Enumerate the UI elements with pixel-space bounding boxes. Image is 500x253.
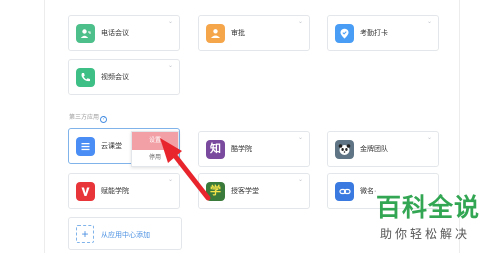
chevron-down-icon[interactable]: ⌄ <box>168 62 173 69</box>
chevron-down-icon[interactable]: ⌄ <box>298 134 303 141</box>
chevron-down-icon[interactable]: ⌄ <box>168 176 173 183</box>
watermark-title: 百科全说 <box>376 193 481 222</box>
app-card-attendance[interactable]: 考勤打卡 ⌄ <box>327 15 439 51</box>
app-card-label: 审批 <box>231 30 245 37</box>
v-shield-icon <box>76 182 95 201</box>
app-card-label: 电话会议 <box>101 30 129 37</box>
chevron-down-icon[interactable]: ⌄ <box>298 176 303 183</box>
xue-glyph-icon: 学 <box>206 182 225 201</box>
app-card-label: 金牌团队 <box>360 146 388 153</box>
app-card-empower-academy[interactable]: 赋能学院 ⌄ <box>68 173 180 209</box>
menu-lines-icon <box>76 137 95 156</box>
app-card-label: 微名· <box>360 188 377 195</box>
menu-item-disable[interactable]: 停用 <box>132 150 178 166</box>
chain-link-icon <box>335 182 354 201</box>
app-card-approval[interactable]: 审批 ⌄ <box>198 15 310 51</box>
app-card-label: 考勤打卡 <box>360 30 388 37</box>
add-from-app-center-button[interactable]: + 从应用中心添加 <box>68 217 182 250</box>
panda-icon <box>335 140 354 159</box>
app-context-menu: 设置 停用 <box>131 131 179 167</box>
chevron-down-icon[interactable]: ⌄ <box>168 18 173 25</box>
video-phone-icon <box>76 68 95 87</box>
chevron-down-icon[interactable]: ⌄ <box>427 134 432 141</box>
app-card-video-meeting[interactable]: 视频会议 ⌄ <box>68 59 180 95</box>
app-card-phone-meeting[interactable]: 电话会议 ⌄ <box>68 15 180 51</box>
app-card-label: 酷学院 <box>231 146 252 153</box>
add-from-app-center-label: 从应用中心添加 <box>101 232 150 239</box>
app-card-label: 云课堂 <box>101 143 122 150</box>
approval-person-icon <box>206 24 225 43</box>
location-pin-icon <box>335 24 354 43</box>
chevron-down-icon[interactable]: ⌄ <box>427 18 432 25</box>
zhi-glyph-icon: 知 <box>206 140 225 159</box>
app-card-gold-team[interactable]: 金牌团队 ⌄ <box>327 131 439 167</box>
help-icon[interactable]: ? <box>100 116 108 123</box>
section-label-third-party: 第三方应用? <box>69 112 108 123</box>
app-card-kuxueyuan[interactable]: 知 酷学院 ⌄ <box>198 131 310 167</box>
watermark-subtitle: 助你轻松解决 <box>380 227 471 241</box>
phone-person-icon <box>76 24 95 43</box>
watermark: 百科全说 助你轻松解决 <box>376 194 486 242</box>
menu-item-settings[interactable]: 设置 <box>132 132 178 150</box>
app-card-label: 授客学堂 <box>231 188 259 195</box>
section-title: 第三方应用 <box>69 115 100 121</box>
app-card-label: 视频会议 <box>101 74 129 81</box>
app-card-label: 赋能学院 <box>101 188 129 195</box>
app-card-shouke-school[interactable]: 学 授客学堂 ⌄ <box>198 173 310 209</box>
plus-icon: + <box>76 225 94 243</box>
chevron-down-icon[interactable]: ⌄ <box>298 18 303 25</box>
